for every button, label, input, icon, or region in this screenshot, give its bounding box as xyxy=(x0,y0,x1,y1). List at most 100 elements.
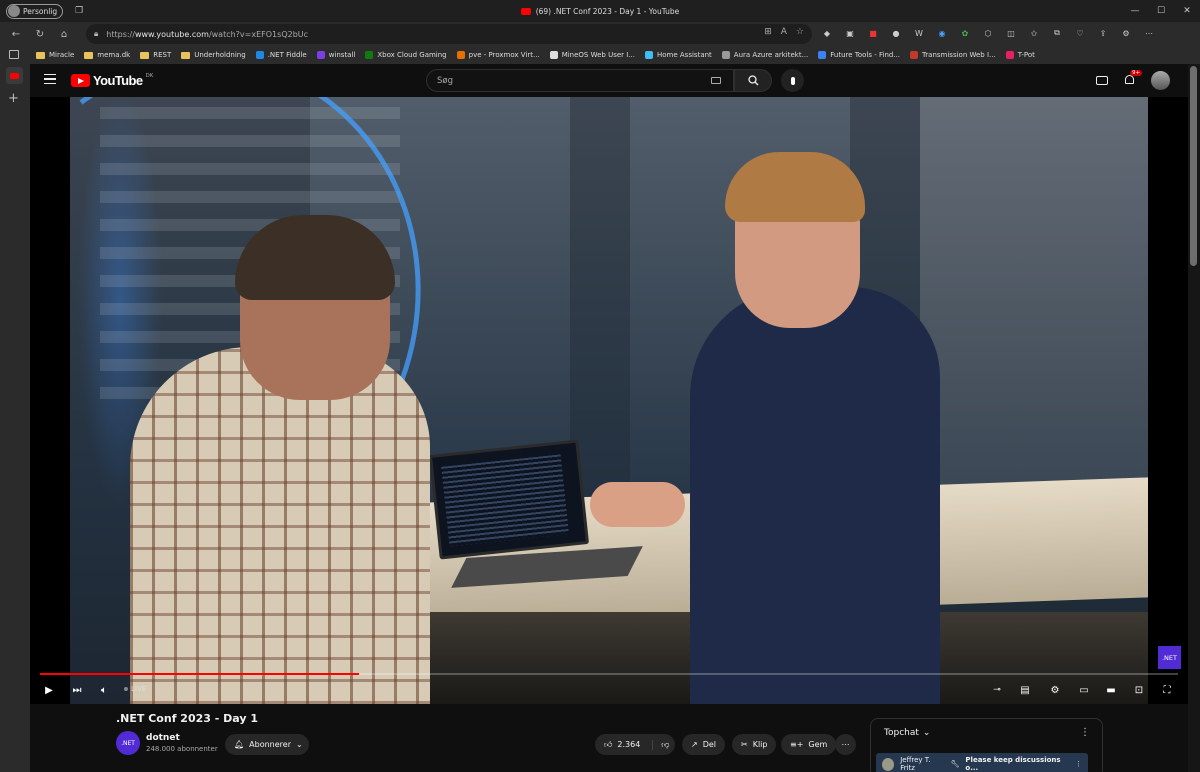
bookmark-item[interactable]: pve - Proxmox Virt... xyxy=(456,51,540,59)
tab-youtube[interactable] xyxy=(6,67,23,84)
subtitles-icon[interactable]: ▤ xyxy=(1016,681,1034,699)
folder-icon xyxy=(84,51,94,59)
channel-watermark[interactable]: .NET xyxy=(1158,646,1181,669)
keyboard-icon[interactable] xyxy=(711,77,721,84)
cast-icon[interactable]: ⊡ xyxy=(1130,681,1148,699)
extension-colorful-icon[interactable]: ✿ xyxy=(958,26,972,40)
bookmark-item[interactable]: .NET Fiddle xyxy=(255,51,307,59)
extension-shield-icon[interactable]: ◆ xyxy=(820,26,834,40)
channel-name[interactable]: dotnet xyxy=(146,733,180,743)
pinned-message[interactable]: Jeffrey T. Fritz 🔧︎ Please keep discussi… xyxy=(876,753,1088,772)
progress-bar[interactable] xyxy=(40,673,1178,675)
back-icon[interactable]: ← xyxy=(4,22,28,46)
bookmark-item[interactable]: REST xyxy=(140,51,171,59)
url-field[interactable]: 🔒︎ https://www.youtube.com/watch?v=xEFO1… xyxy=(86,24,812,44)
lock-icon: 🔒︎ xyxy=(94,29,99,38)
bookmark-label: Xbox Cloud Gaming xyxy=(377,51,447,59)
extension-red-icon[interactable]: ■ xyxy=(866,26,880,40)
read-aloud-icon[interactable]: A xyxy=(781,27,787,37)
share-label: Del xyxy=(702,740,717,749)
extension-dark-icon[interactable]: ● xyxy=(889,26,903,40)
bookmark-item[interactable]: Miracle xyxy=(36,51,74,59)
close-icon[interactable]: ✕ xyxy=(1174,0,1200,22)
tab-actions-icon[interactable] xyxy=(9,50,19,59)
app-available-icon[interactable]: ⊞ xyxy=(764,27,772,37)
page-scrollbar[interactable] xyxy=(1188,64,1200,772)
progress-fill xyxy=(40,673,359,675)
bookmark-item[interactable]: Aura Azure arkitekt... xyxy=(721,51,808,59)
extension-box-icon[interactable]: ▣ xyxy=(843,26,857,40)
url-path: /watch?v=xEFO1sQ2bUc xyxy=(208,29,309,39)
dislike-icon[interactable]: 👎︎ xyxy=(652,739,669,750)
miniplayer-icon[interactable]: ▭ xyxy=(1075,681,1093,699)
more-actions-button[interactable]: ⋯ xyxy=(835,734,856,755)
voice-search-button[interactable] xyxy=(781,69,804,92)
bookmark-item[interactable]: Transmission Web I... xyxy=(910,51,996,59)
share-button[interactable]: ↗ Del xyxy=(682,734,726,755)
youtube-logo[interactable]: YouTube DK xyxy=(71,73,153,88)
extension-password-icon[interactable]: ◉ xyxy=(935,26,949,40)
next-icon[interactable]: ⏭ xyxy=(68,681,86,699)
channel-avatar[interactable]: .NET xyxy=(116,731,140,755)
window-title: (69) .NET Conf 2023 - Day 1 - YouTube xyxy=(0,0,1200,22)
favorites-icon[interactable]: ✩ xyxy=(1027,26,1041,40)
clip-button[interactable]: ✂ Klip xyxy=(732,734,777,755)
new-tab-icon[interactable]: + xyxy=(8,91,19,106)
chat-more-icon[interactable]: ⋮ xyxy=(1080,727,1090,738)
bookmark-label: MineOS Web User I... xyxy=(561,51,635,59)
masthead-actions: 9+ xyxy=(1096,70,1170,90)
window-controls: — ☐ ✕ xyxy=(1122,0,1200,22)
collections-icon[interactable]: ⧉ xyxy=(1050,26,1064,40)
account-avatar[interactable] xyxy=(1151,71,1170,90)
create-video-icon[interactable] xyxy=(1096,76,1108,85)
fullscreen-icon[interactable]: ⛶ xyxy=(1158,681,1176,699)
site-icon xyxy=(365,51,374,59)
like-count[interactable]: 2.364 xyxy=(617,740,640,749)
refresh-icon[interactable]: ↻ xyxy=(28,22,52,46)
subscribe-button[interactable]: 🔔︎ Abonnerer ⌄ xyxy=(225,734,309,755)
extensions-icon[interactable]: ⚙ xyxy=(1119,26,1133,40)
split-screen-icon[interactable]: ◫ xyxy=(1004,26,1018,40)
extension-puzzle-icon[interactable]: ⬡ xyxy=(981,26,995,40)
chat-mode-selector[interactable]: Topchat ⌄ xyxy=(884,728,930,738)
autoplay-toggle-icon[interactable]: ⊸ xyxy=(988,681,1006,699)
settings-gear-icon[interactable]: ⚙ xyxy=(1046,681,1064,699)
extension-w-icon[interactable]: W xyxy=(912,26,926,40)
search-button[interactable] xyxy=(734,69,772,92)
bookmark-item[interactable]: T-Pot xyxy=(1005,51,1035,59)
home-icon[interactable]: ⌂ xyxy=(52,22,76,46)
save-button[interactable]: ≡+ Gem xyxy=(781,734,837,755)
bookmark-item[interactable]: winstall xyxy=(316,51,355,59)
video-frame[interactable] xyxy=(70,97,1148,704)
chat-header: Topchat xyxy=(884,728,919,738)
bookmark-item[interactable]: MineOS Web User I... xyxy=(549,51,635,59)
notifications-button[interactable]: 9+ xyxy=(1124,70,1143,86)
logo-text: YouTube xyxy=(93,73,143,88)
play-icon[interactable]: ▶ xyxy=(40,681,58,699)
volume-icon[interactable]: 🔈︎ xyxy=(95,681,113,699)
profile-button[interactable]: Personlig xyxy=(6,3,64,19)
bookmark-item[interactable]: mema.dk xyxy=(84,51,130,59)
bookmark-item[interactable]: Future Tools - Find... xyxy=(818,51,900,59)
site-icon xyxy=(255,51,264,59)
scrollbar-thumb[interactable] xyxy=(1190,66,1197,266)
live-indicator[interactable]: LIVE xyxy=(124,685,146,693)
pinned-more-icon[interactable]: ⋮ xyxy=(1075,760,1082,768)
search-input[interactable]: Søg xyxy=(426,69,734,92)
maximize-icon[interactable]: ☐ xyxy=(1148,0,1174,22)
bookmark-item[interactable]: Xbox Cloud Gaming xyxy=(365,51,447,59)
settings-more-icon[interactable]: ⋯ xyxy=(1142,26,1156,40)
share-icon[interactable]: ⇪ xyxy=(1096,26,1110,40)
minimize-icon[interactable]: — xyxy=(1122,0,1148,22)
workspaces-icon[interactable]: ❐ xyxy=(73,5,85,17)
like-icon[interactable]: 👍︎ xyxy=(604,740,612,750)
guide-menu-icon[interactable] xyxy=(44,74,56,84)
presenter-right-hair xyxy=(725,152,865,222)
wall-panel xyxy=(920,97,1148,517)
bookmark-item[interactable]: Home Assistant xyxy=(645,51,712,59)
video-player[interactable]: .NET ▶ ⏭ 🔈︎ LIVE ⊸ ▤ ⚙ ▭ ▬ ⊡ ⛶ xyxy=(30,97,1188,704)
favorite-star-icon[interactable]: ☆ xyxy=(796,27,804,37)
browser-essentials-icon[interactable]: ♡ xyxy=(1073,26,1087,40)
theater-mode-icon[interactable]: ▬ xyxy=(1102,681,1120,699)
bookmark-item[interactable]: Underholdning xyxy=(181,51,246,59)
